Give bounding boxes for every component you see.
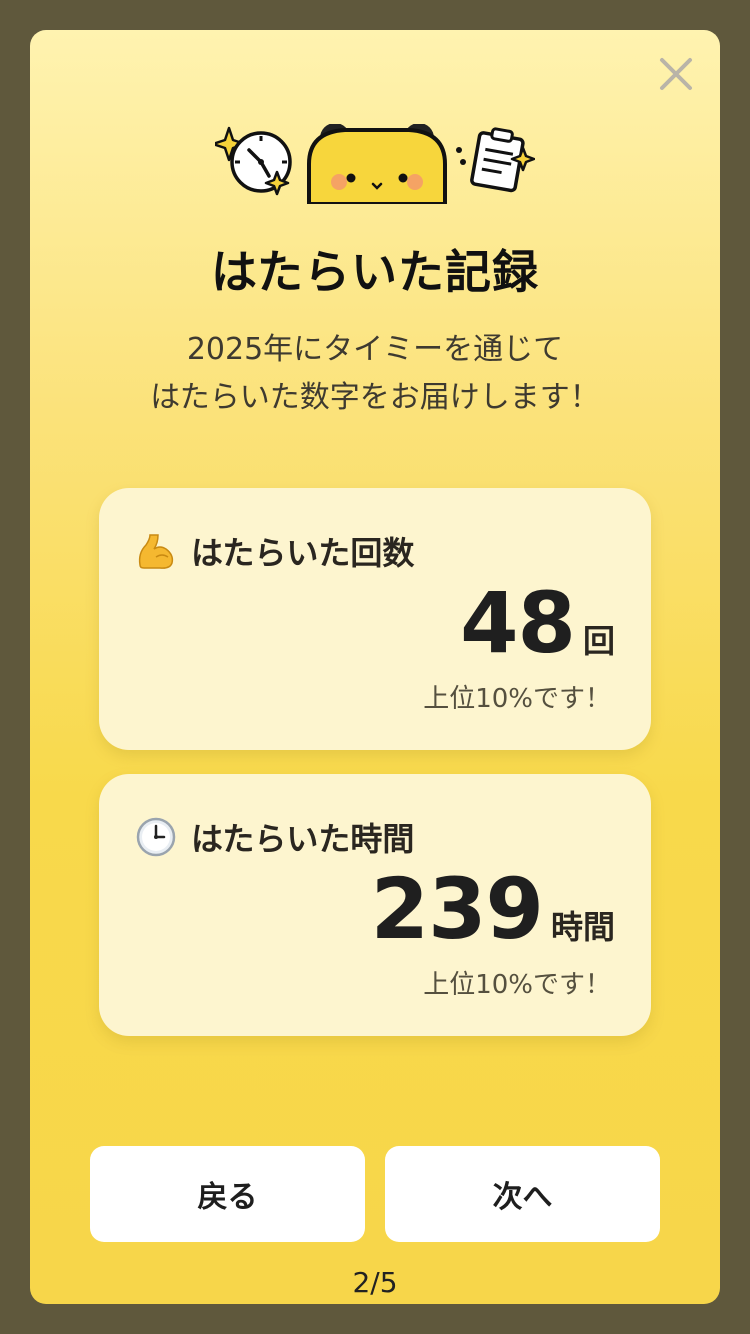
card-label: はたらいた回数 [191,534,415,572]
work-hours-card: はたらいた時間 239 時間 上位10%です！ [99,774,651,1036]
card-header: はたらいた回数 [135,528,414,574]
clipboard-icon [470,127,535,193]
page-title: はたらいた記録 [210,245,540,299]
mascot-illustration [30,124,720,204]
mascot-icon [307,124,447,204]
clock-icon [135,816,177,858]
work-count-value: 48 [460,574,576,672]
card-header: はたらいた時間 [135,814,414,860]
close-button[interactable] [654,52,698,96]
flexed-biceps-icon [135,530,177,572]
wrap-up-modal: はたらいた記録 2025年にタイミーを通じて はたらいた数字をお届けします！ は… [30,30,720,1304]
page-indicator: 2/5 [352,1266,398,1299]
work-count-card: はたらいた回数 48 回 上位10%です！ [99,488,651,750]
clock-illustration-icon [230,131,292,196]
work-hours-unit: 時間 [550,908,615,946]
rank-text: 上位10%です！ [423,684,611,714]
card-label: はたらいた時間 [191,820,415,858]
subtitle-line-2: はたらいた数字をお届けします！ [150,380,600,415]
work-hours-value: 239 [370,860,544,958]
card-value: 239 時間 [371,860,615,958]
close-icon [660,58,692,90]
rank-text: 上位10%です！ [423,970,611,1000]
work-count-unit: 回 [582,622,615,660]
card-value: 48 回 [460,574,615,672]
subtitle: 2025年にタイミーを通じて はたらいた数字をお届けします！ [30,326,720,422]
back-button[interactable]: 戻る [90,1146,365,1242]
next-button[interactable]: 次へ [385,1146,660,1242]
subtitle-line-1: 2025年にタイミーを通じて [186,332,564,367]
